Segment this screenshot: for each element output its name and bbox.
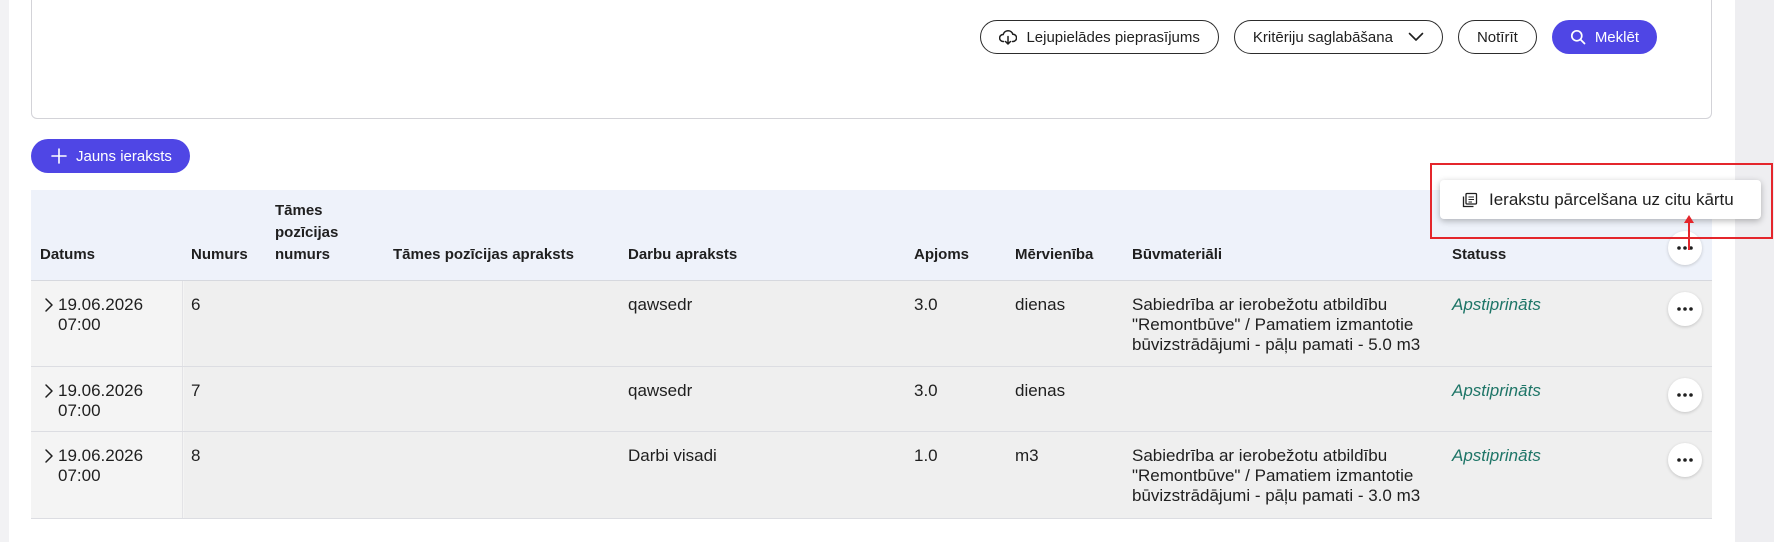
header-estimate-pos-number-line: numurs [275, 246, 331, 263]
table-row[interactable]: 19.06.2026 07:00 8 Darbi visadi 1.0 m3 S… [31, 432, 1712, 519]
clear-button[interactable]: Notīrīt [1457, 20, 1537, 54]
row-date: 19.06.2026 07:00 [58, 446, 143, 486]
save-criteria-label: Kritēriju saglabāšana [1252, 28, 1393, 46]
header-estimate-pos-number-line: pozīcijas [275, 224, 339, 241]
status-badge: Apstiprināts [1452, 295, 1541, 314]
row-date-day: 19.06.2026 [58, 446, 144, 465]
annotation-arrow-head [1684, 215, 1694, 223]
chevron-right-icon[interactable] [41, 381, 57, 401]
row-number: 8 [191, 446, 201, 465]
row-date-time: 07:00 [58, 401, 101, 420]
chevron-right-icon[interactable] [41, 295, 57, 315]
more-horizontal-icon [1677, 307, 1693, 311]
search-panel: Lejupielādes pieprasījums Kritēriju sagl… [31, 0, 1712, 119]
header-date[interactable]: Datums [40, 244, 95, 266]
row-materials-line: būvizstrādājumi - pāļu pamati - 3.0 m3 [1132, 486, 1421, 505]
table-row[interactable]: 19.06.2026 07:00 7 qawsedr 3.0 dienas Ap… [31, 367, 1712, 432]
row-unit: m3 [1015, 446, 1039, 465]
search-button[interactable]: Meklēt [1551, 20, 1657, 54]
row-work-desc: qawsedr [628, 381, 693, 400]
row-date-time: 07:00 [58, 466, 101, 485]
row-work-desc: Darbi visadi [628, 446, 717, 465]
row-number: 7 [191, 381, 201, 400]
row-number: 6 [191, 295, 201, 314]
row-date: 19.06.2026 07:00 [58, 381, 143, 421]
more-horizontal-icon [1677, 246, 1693, 250]
row-volume: 1.0 [914, 446, 938, 465]
row-volume: 3.0 [914, 381, 938, 400]
row-volume: 3.0 [914, 295, 938, 314]
chevron-down-icon [1408, 32, 1424, 42]
header-volume[interactable]: Apjoms [914, 244, 969, 266]
row-more-button[interactable] [1668, 378, 1702, 412]
row-unit: dienas [1015, 381, 1066, 400]
row-body [184, 432, 1712, 518]
row-date-day: 19.06.2026 [58, 295, 144, 314]
header-status[interactable]: Statuss [1452, 244, 1506, 266]
download-request-button[interactable]: Lejupielādes pieprasījums [980, 20, 1219, 54]
header-materials[interactable]: Būvmateriāli [1132, 244, 1222, 266]
search-label: Meklēt [1594, 28, 1639, 46]
clear-label: Notīrīt [1476, 28, 1518, 46]
header-work-desc[interactable]: Darbu apraksts [628, 244, 737, 266]
cloud-download-icon [999, 29, 1018, 45]
row-materials: Sabiedrība ar ierobežotu atbildību "Remo… [1132, 295, 1420, 355]
row-more-button[interactable] [1668, 292, 1702, 326]
download-request-label: Lejupielādes pieprasījums [1026, 28, 1200, 46]
row-materials-line: būvizstrādājumi - pāļu pamati - 5.0 m3 [1132, 335, 1421, 354]
search-actions: Lejupielādes pieprasījums Kritēriju sagl… [980, 20, 1657, 54]
header-estimate-pos-number-line: Tāmes [275, 202, 323, 219]
table-row[interactable]: 19.06.2026 07:00 6 qawsedr 3.0 dienas Sa… [31, 281, 1712, 367]
row-materials: Sabiedrība ar ierobežotu atbildību "Remo… [1132, 446, 1420, 506]
move-records-label: Ierakstu pārcelšana uz citu kārtu [1489, 189, 1734, 209]
new-record-button[interactable]: Jauns ieraksts [31, 139, 190, 173]
more-horizontal-icon [1677, 393, 1693, 397]
plus-icon [51, 148, 67, 164]
row-materials-line: Sabiedrība ar ierobežotu atbildību [1132, 446, 1388, 465]
header-number[interactable]: Numurs [191, 244, 248, 266]
status-badge: Apstiprināts [1452, 381, 1541, 400]
row-unit: dienas [1015, 295, 1066, 314]
header-estimate-pos-desc[interactable]: Tāmes pozīcijas apraksts [393, 244, 574, 266]
row-body [184, 281, 1712, 366]
save-criteria-button[interactable]: Kritēriju saglabāšana [1233, 20, 1443, 54]
chevron-right-icon[interactable] [41, 446, 57, 466]
more-horizontal-icon [1677, 458, 1693, 462]
new-record-label: Jauns ieraksts [76, 147, 172, 165]
row-work-desc: qawsedr [628, 295, 693, 314]
scroll-gutter [1735, 0, 1774, 542]
status-badge: Apstiprināts [1452, 446, 1541, 465]
move-records-menu-item[interactable]: Ierakstu pārcelšana uz citu kārtu [1440, 180, 1761, 219]
row-date: 19.06.2026 07:00 [58, 295, 143, 335]
header-estimate-pos-number[interactable]: Tāmes pozīcijas numurs [275, 200, 338, 266]
row-materials-line: "Remontbūve" / Pamatiem izmantotie [1132, 315, 1414, 334]
records-table: Datums Numurs Tāmes pozīcijas numurs Tām… [31, 190, 1712, 519]
row-materials-line: "Remontbūve" / Pamatiem izmantotie [1132, 466, 1414, 485]
row-date-time: 07:00 [58, 315, 101, 334]
row-date-day: 19.06.2026 [58, 381, 144, 400]
row-more-button[interactable] [1668, 443, 1702, 477]
header-unit[interactable]: Mērvienība [1015, 244, 1093, 266]
row-materials-line: Sabiedrība ar ierobežotu atbildību [1132, 295, 1388, 314]
search-icon [1570, 29, 1586, 45]
copy-records-icon [1462, 192, 1478, 208]
